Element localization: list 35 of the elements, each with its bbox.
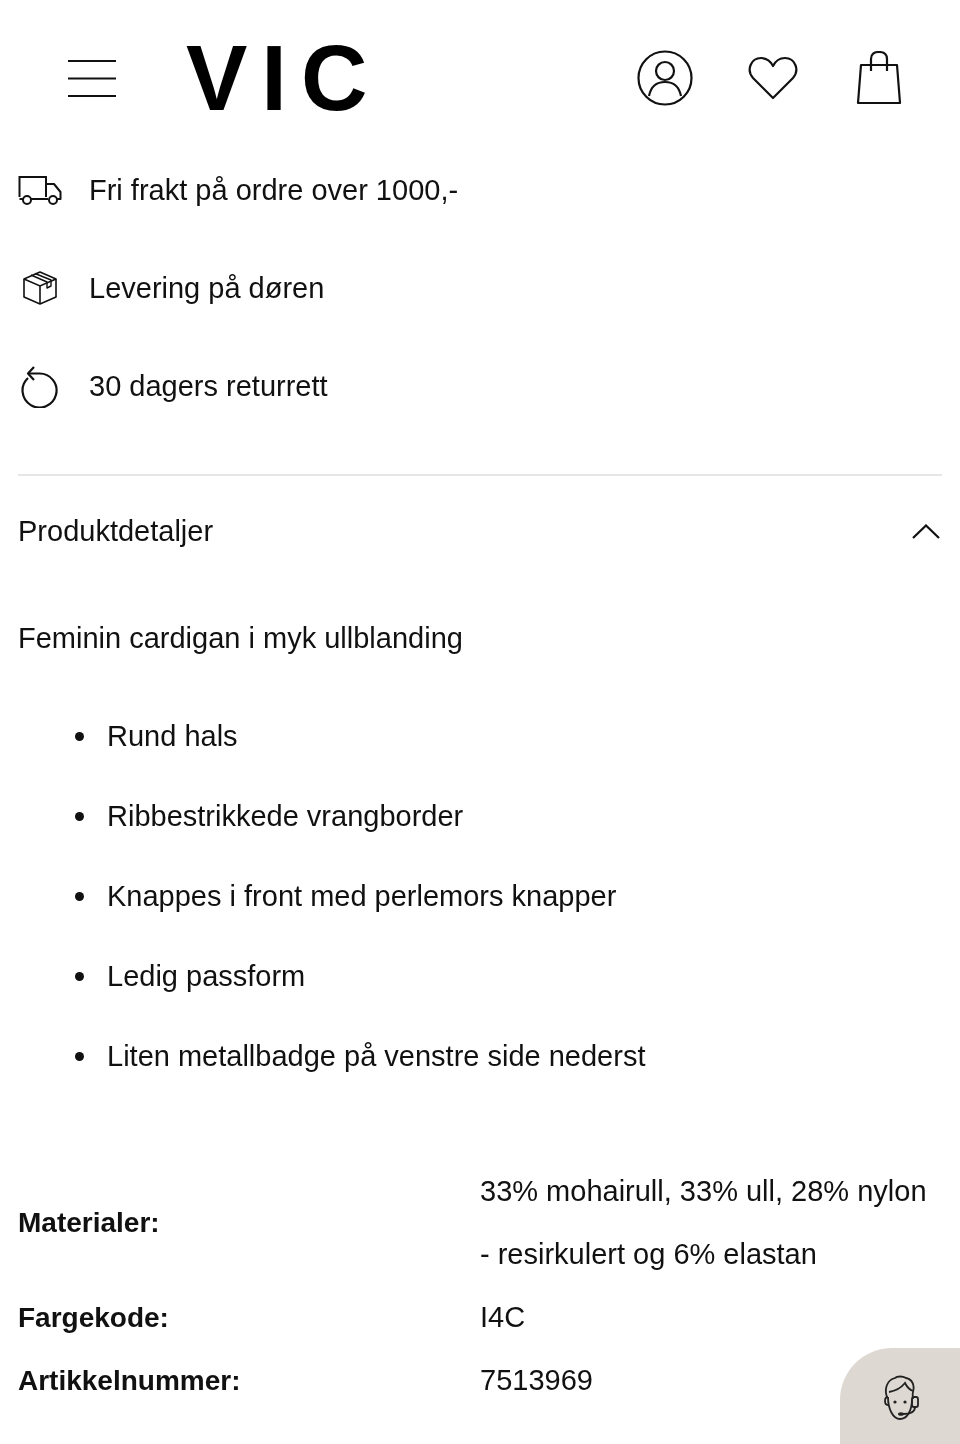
brand-logo[interactable]: VIC (186, 32, 382, 124)
usp-text: Fri frakt på ordre over 1000,- (89, 172, 459, 208)
customer-service-button[interactable] (840, 1348, 960, 1444)
feature-text: Rund hals (107, 718, 238, 754)
feature-text: Liten metallbadge på venstre side nederst (107, 1038, 646, 1074)
usp-text: 30 dagers returrett (89, 368, 328, 404)
detail-label: Artikkelnummer: (18, 1363, 241, 1398)
chevron-up-icon (912, 523, 940, 539)
detail-label: Fargekode: (18, 1300, 169, 1335)
cart-button[interactable] (856, 51, 902, 105)
feature-text: Knappes i front med perlemors knapper (107, 878, 617, 914)
truck-icon (18, 175, 62, 205)
detail-value: 33% mohairull, 33% ull, 28% nylon - resirkulert og 6% elastan (480, 1174, 927, 1272)
account-button[interactable] (637, 50, 693, 106)
bullet-icon (75, 971, 84, 981)
bullet-icon (75, 811, 84, 821)
feature-text: Ribbestrikkede vrangborder (107, 798, 464, 834)
detail-value: 7513969 (480, 1363, 593, 1398)
bullet-icon (75, 1051, 84, 1061)
bullet-icon (75, 891, 84, 901)
detail-value: I4C (480, 1300, 526, 1335)
return-arrow-icon (20, 364, 58, 408)
usp-text: Levering på døren (89, 270, 325, 306)
bullet-icon (75, 731, 84, 741)
wishlist-button[interactable] (748, 56, 798, 100)
menu-button[interactable] (68, 59, 116, 97)
product-description: Feminin cardigan i myk ullblanding (18, 621, 464, 656)
detail-label: Materialer: (18, 1206, 160, 1240)
menu-icon (68, 59, 116, 97)
accordion-header[interactable]: Produktdetaljer (18, 476, 942, 586)
account-icon (637, 50, 693, 106)
feature-text: Ledig passform (107, 958, 306, 994)
package-icon (22, 270, 58, 306)
heart-icon (748, 56, 798, 100)
shopping-bag-icon (856, 51, 902, 105)
